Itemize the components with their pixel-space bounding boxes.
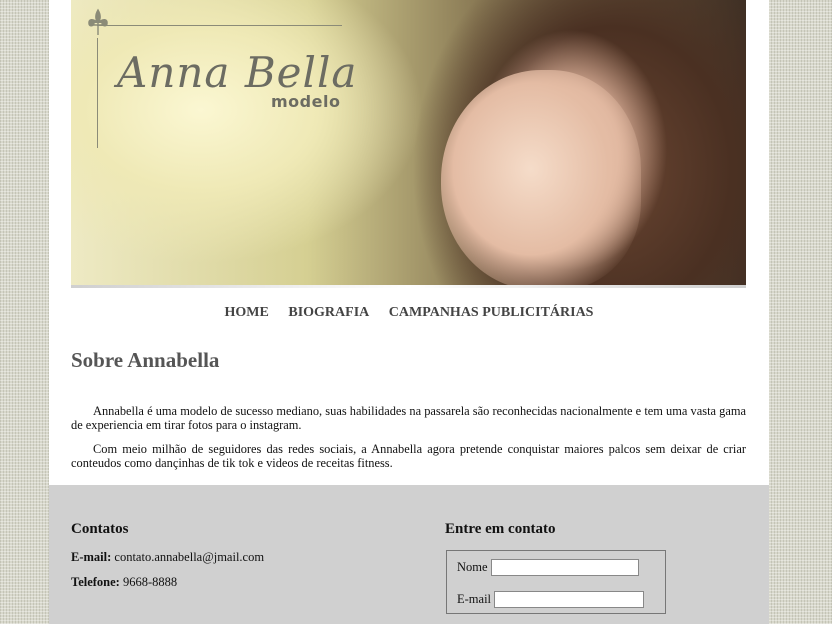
logo-divider-vertical — [97, 38, 98, 148]
email-label: E-mail: — [71, 550, 112, 564]
logo-divider-horizontal — [97, 25, 342, 26]
email-row: E-mail — [457, 587, 665, 611]
contact-form: Nome E-mail — [446, 550, 666, 614]
name-label: Nome — [457, 559, 488, 574]
nav-biografia[interactable]: BIOGRAFIA — [288, 305, 369, 321]
about-paragraph: Com meio milhão de seguidores das redes … — [71, 442, 746, 470]
nav-campanhas[interactable]: CAMPANHAS PUBLICITÁRIAS — [389, 305, 594, 321]
contact-form-section: Entre em contato Nome E-mail — [445, 521, 666, 614]
phone-value: 9668-8888 — [122, 575, 178, 589]
contact-phone: Telefone: 9668-8888 — [71, 575, 264, 590]
logo-name: Anna Bella — [117, 48, 358, 97]
contacts-section: Contatos E-mail: contato.annabella@jmail… — [71, 521, 264, 600]
fleur-de-lis-icon — [88, 8, 108, 35]
about-text: Annabella é uma modelo de sucesso median… — [71, 404, 746, 480]
contacts-title: Contatos — [71, 521, 129, 537]
email-value: contato.annabella@jmail.com — [114, 550, 265, 564]
hero-banner: Anna Bella modelo — [71, 0, 746, 288]
logo-subtitle: modelo — [271, 92, 341, 111]
phone-label: Telefone: — [71, 575, 120, 589]
email-field-label: E-mail — [457, 591, 492, 606]
contact-form-title: Entre em contato — [445, 521, 556, 537]
main-nav: HOME BIOGRAFIA CAMPANHAS PUBLICITÁRIAS — [49, 305, 769, 321]
hero-portrait — [441, 70, 641, 288]
page-container: Anna Bella modelo HOME BIOGRAFIA CAMPANH… — [49, 0, 769, 624]
email-input[interactable] — [494, 590, 645, 608]
name-input[interactable] — [490, 558, 639, 576]
nav-home[interactable]: HOME — [225, 305, 269, 321]
about-paragraph: Annabella é uma modelo de sucesso median… — [71, 404, 746, 432]
page-title: Sobre Annabella — [71, 348, 220, 372]
contact-email: E-mail: contato.annabella@jmail.com — [71, 550, 264, 565]
name-row: Nome — [457, 555, 665, 579]
footer: Contatos E-mail: contato.annabella@jmail… — [49, 485, 769, 624]
